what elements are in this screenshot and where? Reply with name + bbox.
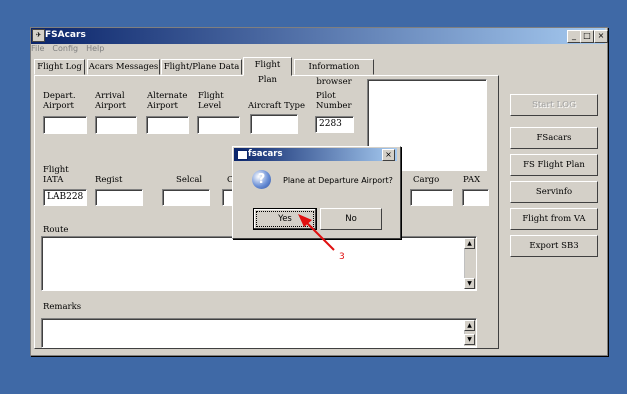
maximize-button[interactable]: □	[580, 30, 594, 43]
tab-flight-plan[interactable]: Flight Plan	[243, 57, 292, 85]
cargo-field[interactable]	[410, 189, 453, 206]
depart-label: Depart. Airport	[43, 91, 76, 111]
route-scroll-up-icon[interactable]: ▲	[464, 238, 475, 249]
dialog-title: fsacars	[248, 149, 283, 159]
export-sb3-button[interactable]: Export SB3	[510, 235, 598, 257]
arrival-airport-field[interactable]	[95, 116, 137, 134]
flight-iata-field[interactable]: LAB228	[43, 189, 87, 206]
route-textarea[interactable]	[41, 236, 477, 291]
arrival-label: Arrival Airport	[95, 91, 126, 111]
annotation-label: 3	[339, 252, 345, 262]
menu-file[interactable]: File	[31, 44, 44, 53]
start-log-button[interactable]: Start LOG	[510, 94, 598, 116]
app-icon: ✈	[32, 29, 45, 42]
servinfo-button[interactable]: Servinfo	[510, 181, 598, 203]
fsacars-button[interactable]: FSacars	[510, 127, 598, 149]
dialog-app-icon	[237, 150, 248, 160]
menu-config[interactable]: Config	[52, 44, 78, 53]
annotation-arrow-line	[303, 219, 335, 251]
flight-level-field[interactable]	[197, 116, 240, 134]
menu-bar: File Config Help	[31, 44, 112, 56]
pax-field[interactable]	[462, 189, 489, 206]
route-scroll-down-icon[interactable]: ▼	[464, 278, 475, 289]
pilot-number-field[interactable]: 2283	[315, 116, 354, 133]
dialog-close-button[interactable]: ×	[382, 149, 395, 161]
depart-airport-field[interactable]	[43, 116, 87, 134]
tab-information-browser[interactable]: Information browser	[294, 59, 374, 87]
flight-iata-label: Flight IATA	[43, 165, 69, 185]
aircraft-type-label: Aircraft Type	[248, 101, 306, 111]
tab-flight-plane-data[interactable]: Flight/Plane Data	[161, 59, 242, 75]
close-button[interactable]: ×	[594, 30, 608, 43]
alternate-airport-field[interactable]	[146, 116, 189, 134]
tab-flight-log[interactable]: Flight Log	[34, 59, 85, 75]
regist-label: Regist	[95, 175, 123, 185]
fs-flight-plan-button[interactable]: FS Flight Plan	[510, 154, 598, 176]
route-label: Route	[43, 225, 69, 235]
title-bar[interactable]	[31, 28, 605, 44]
pax-label: PAX	[463, 175, 481, 185]
minimize-button[interactable]: _	[567, 30, 581, 43]
aircraft-type-field[interactable]	[250, 114, 298, 134]
window-title: FSAcars	[45, 30, 86, 40]
question-icon: ?	[252, 170, 271, 189]
tab-acars-messages[interactable]: Acars Messages	[87, 59, 160, 75]
remarks-scroll-down-icon[interactable]: ▼	[464, 334, 475, 345]
remarks-label: Remarks	[43, 302, 82, 312]
pilot-number-label: Pilot Number	[316, 91, 352, 111]
remarks-scroll-up-icon[interactable]: ▲	[464, 320, 475, 331]
selcal-field[interactable]	[162, 189, 210, 206]
dialog-message: Plane at Departure Airport?	[283, 176, 393, 185]
menu-help[interactable]: Help	[86, 44, 104, 53]
flight-level-label: Flight Level	[198, 91, 224, 111]
flight-from-va-button[interactable]: Flight from VA	[510, 208, 598, 230]
remarks-textarea[interactable]	[41, 318, 477, 348]
regist-field[interactable]	[95, 189, 143, 206]
cargo-label: Cargo	[413, 175, 440, 185]
selcal-label: Selcal	[176, 175, 203, 185]
alternate-label: Alternate Airport	[147, 91, 188, 111]
